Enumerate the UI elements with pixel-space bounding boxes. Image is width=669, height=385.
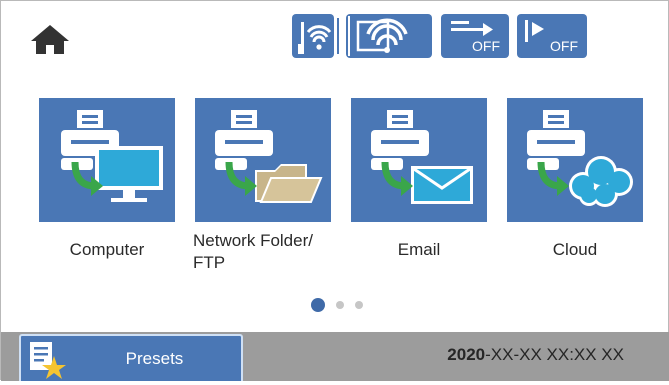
computer-label: Computer — [69, 240, 145, 259]
email-tile[interactable] — [351, 98, 487, 222]
home-button[interactable] — [28, 22, 72, 56]
direct-connect-status-button[interactable]: OFF — [517, 14, 587, 58]
network-folder-label-line1: Network Folder/ — [193, 231, 313, 250]
page-dot-active — [311, 298, 325, 312]
presets-icon — [24, 338, 68, 380]
presets-label: Presets — [125, 349, 184, 368]
scan-screen: OFF OFF Computer Network Folder/ FTP Ema… — [0, 0, 669, 381]
page-dot — [336, 301, 344, 309]
network-folder-label: Network Folder/ FTP — [193, 230, 343, 274]
network-folder-tile[interactable] — [195, 98, 331, 222]
date-time: 2020-XX-XX XX:XX XX — [447, 345, 624, 365]
wifi-status-button[interactable] — [346, 14, 432, 58]
date-rest: -XX-XX XX:XX XX — [485, 345, 624, 364]
wired-signal-icon — [298, 22, 332, 54]
status-divider — [337, 18, 339, 54]
page-indicator — [311, 297, 371, 313]
computer-icon — [61, 110, 163, 202]
network-folder-icon — [215, 110, 323, 203]
wifi-direct-status-button[interactable]: OFF — [441, 14, 509, 58]
home-icon — [31, 25, 69, 54]
direct-connect-state: OFF — [550, 38, 578, 54]
presets-button[interactable]: Presets — [19, 334, 243, 381]
computer-tile[interactable] — [39, 98, 175, 222]
network-status-button[interactable] — [292, 14, 334, 58]
email-icon — [371, 110, 473, 204]
cloud-tile[interactable] — [507, 98, 643, 222]
cloud-label: Cloud — [552, 240, 598, 259]
email-label: Email — [397, 240, 441, 259]
wifi-direct-state: OFF — [472, 38, 500, 54]
network-folder-label-line2: FTP — [193, 253, 226, 272]
wifi-status-icon — [348, 16, 408, 56]
cloud-icon — [527, 110, 633, 207]
page-dot — [355, 301, 363, 309]
date-year: 2020 — [447, 345, 486, 364]
